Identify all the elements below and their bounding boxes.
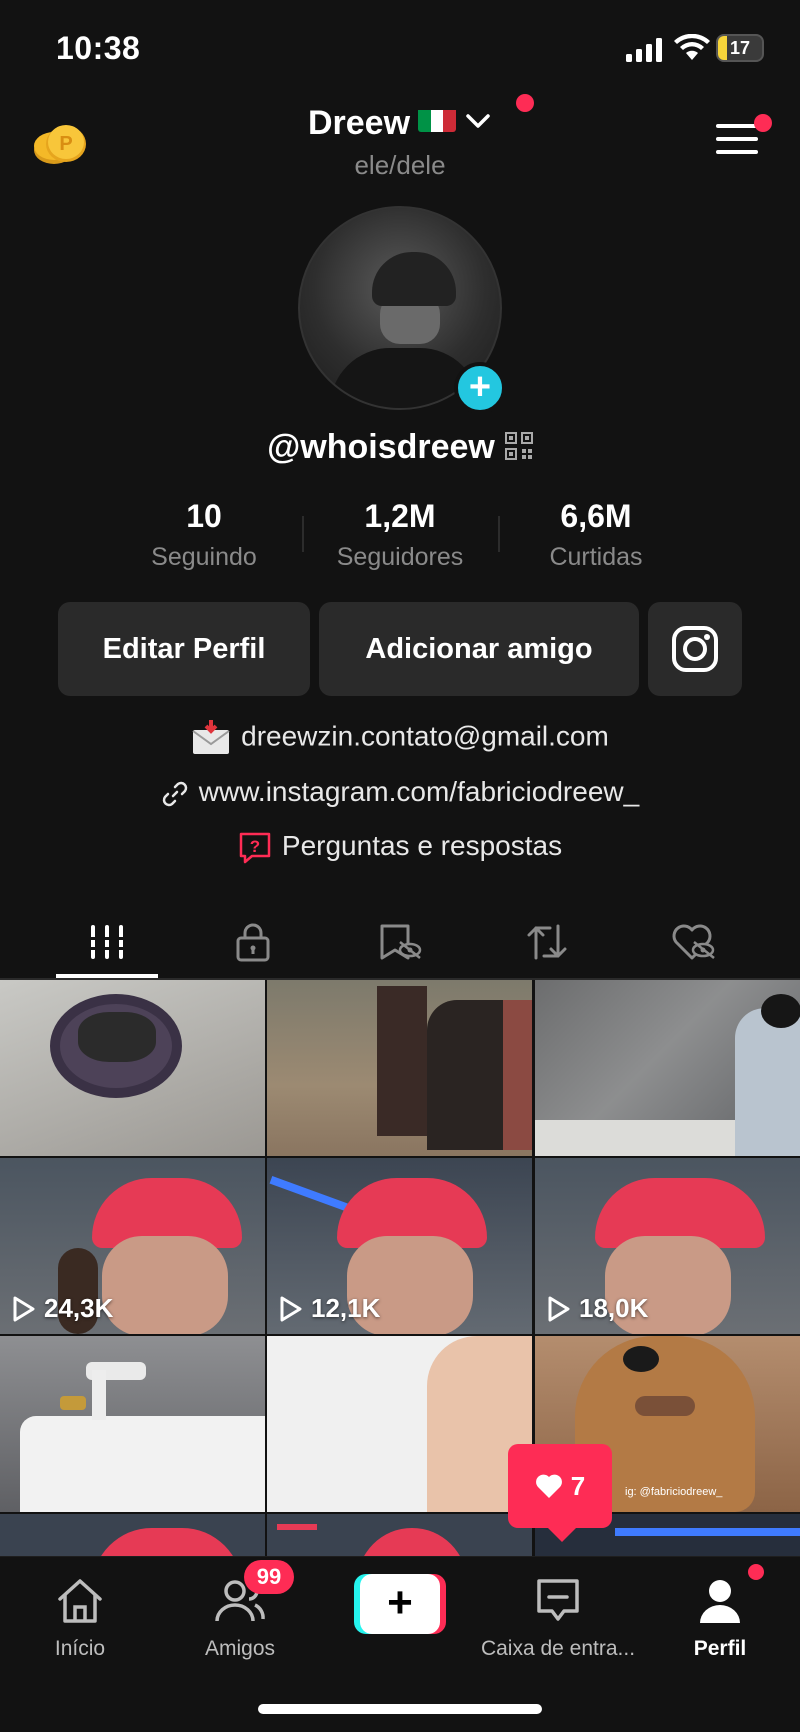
play-icon <box>548 1296 570 1321</box>
stat-label: Curtidas <box>549 543 643 571</box>
tab-reposts[interactable] <box>487 906 607 978</box>
qa-link[interactable]: ? Perguntas e respostas <box>0 830 800 865</box>
saved-hidden-icon <box>380 924 422 960</box>
pronouns: ele/dele <box>354 150 446 180</box>
nav-friends[interactable]: Amigos <box>160 1577 320 1661</box>
instagram-icon <box>672 626 718 672</box>
battery-icon: 17 <box>716 34 764 62</box>
nav-label: Caixa de entra... <box>480 1637 636 1660</box>
home-indicator[interactable] <box>258 1704 542 1714</box>
profile-icon <box>700 1580 740 1623</box>
profile-tabs <box>0 906 800 978</box>
notification-dot <box>516 94 534 112</box>
status-time: 10:38 <box>56 30 141 66</box>
username: @whoisdreew <box>0 428 800 467</box>
inbox-icon <box>537 1579 579 1621</box>
view-count: 18,0K <box>547 1293 648 1324</box>
qa-link-text: Perguntas e respostas <box>281 830 563 861</box>
view-count: 12,1K <box>279 1293 380 1324</box>
account-switcher[interactable]: Dreew <box>0 104 800 143</box>
likes-count: 7 <box>570 1470 586 1501</box>
stat-likes[interactable]: 6,6M Curtidas <box>506 498 686 572</box>
divider <box>302 516 304 552</box>
stat-value: 6,6M <box>560 498 632 534</box>
stat-value: 1,2M <box>364 498 436 534</box>
wifi-icon <box>674 34 710 60</box>
play-icon <box>280 1296 302 1321</box>
create-button[interactable]: + <box>354 1574 446 1634</box>
tab-private[interactable] <box>193 906 313 978</box>
profile-stats: 10 Seguindo 1,2M Seguidores 6,6M Curtida… <box>0 498 800 578</box>
nav-inbox[interactable]: Caixa de entra... <box>478 1577 638 1661</box>
nav-label: Início <box>54 1637 106 1660</box>
stat-label: Seguidores <box>336 543 464 571</box>
bio-email-text: dreewzin.contato@gmail.com <box>241 720 609 752</box>
video-thumbnail[interactable] <box>267 980 532 1156</box>
username-text: @whoisdreew <box>267 428 495 466</box>
nav-profile[interactable]: Perfil <box>640 1577 800 1661</box>
video-thumbnail[interactable] <box>267 1336 532 1512</box>
status-bar: 10:38 17 <box>0 0 800 100</box>
watermark-text: ig: @fabriciodreew_ <box>625 1486 723 1498</box>
stat-followers[interactable]: 1,2M Seguidores <box>310 498 490 572</box>
tab-videos[interactable] <box>47 906 167 978</box>
notification-dot <box>748 1564 764 1580</box>
video-thumbnail[interactable] <box>0 980 265 1156</box>
home-icon <box>58 1579 102 1623</box>
nav-home[interactable]: Início <box>0 1577 160 1661</box>
nav-label: Amigos <box>204 1637 276 1660</box>
header-name: Dreew <box>307 104 411 142</box>
videos-grid-icon <box>89 925 125 959</box>
italy-flag-icon <box>418 106 457 132</box>
friends-badge: 99 <box>244 1560 294 1594</box>
nav-label: Perfil <box>693 1637 747 1660</box>
stat-value: 10 <box>186 498 222 534</box>
divider <box>498 516 500 552</box>
video-thumbnail[interactable] <box>0 1336 265 1512</box>
likes-notification[interactable]: 7 <box>508 1444 612 1542</box>
edit-profile-button[interactable]: Editar Perfil <box>58 602 310 696</box>
video-thumbnail[interactable] <box>535 980 800 1156</box>
lock-icon <box>236 923 270 962</box>
play-icon <box>13 1296 35 1321</box>
bio-link-text: www.instagram.com/fabriciodreew_ <box>198 776 640 807</box>
envelope-icon <box>192 720 230 754</box>
chevron-down-icon <box>466 114 490 128</box>
notification-dot <box>754 114 772 132</box>
video-thumbnail[interactable]: 24,3K <box>0 1158 265 1334</box>
qr-code-icon[interactable] <box>504 432 533 460</box>
add-story-button[interactable]: + <box>454 362 506 414</box>
question-bubble-icon: ? <box>239 832 271 863</box>
tab-saved[interactable] <box>340 906 460 978</box>
repost-icon <box>527 924 567 960</box>
tab-liked[interactable] <box>633 906 753 978</box>
add-friend-button[interactable]: Adicionar amigo <box>319 602 639 696</box>
stat-label: Seguindo <box>151 543 257 571</box>
view-count: 24,3K <box>12 1293 113 1324</box>
video-thumbnail[interactable] <box>267 1514 532 1556</box>
heart-icon <box>535 1474 562 1498</box>
svg-text:?: ? <box>250 837 260 856</box>
instagram-button[interactable] <box>648 602 742 696</box>
plus-icon: + <box>360 1574 440 1634</box>
video-thumbnail[interactable] <box>0 1514 265 1556</box>
signal-icon <box>626 38 662 62</box>
bio-email: dreewzin.contato@gmail.com <box>0 720 800 756</box>
video-thumbnail[interactable]: 18,0K <box>535 1158 800 1334</box>
video-thumbnail[interactable]: 12,1K <box>267 1158 532 1334</box>
bio-link[interactable]: www.instagram.com/fabriciodreew_ <box>0 776 800 808</box>
battery-level: 17 <box>729 38 751 58</box>
stat-following[interactable]: 10 Seguindo <box>114 498 294 572</box>
link-icon <box>162 781 188 806</box>
liked-hidden-icon <box>672 924 715 960</box>
menu-icon[interactable] <box>716 122 758 156</box>
video-grid: 24,3K 12,1K 18,0K ig: @fabriciodreew_ <box>0 980 800 1556</box>
